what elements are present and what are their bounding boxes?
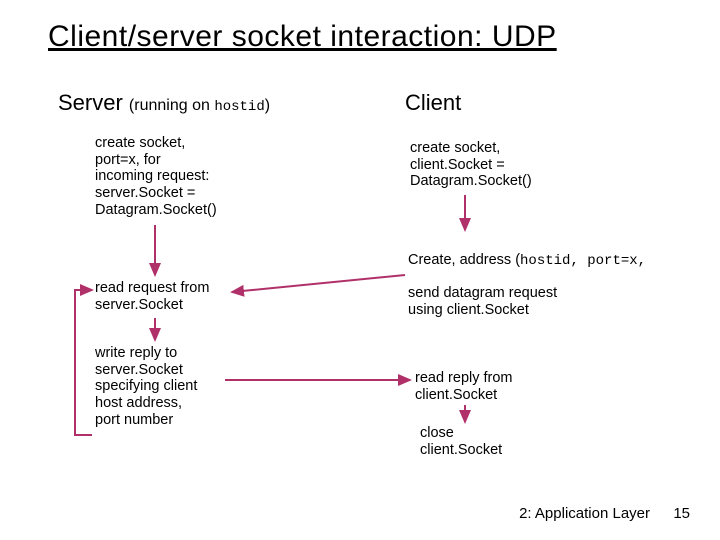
page-title: Client/server socket interaction: UDP [48,20,557,54]
server-step-write-reply: write reply to server.Socket specifying … [95,345,197,428]
client-step-create-address: Create, address (hostid, port=x, send da… [408,235,646,319]
client-step2-code: hostid, port=x, [520,253,646,269]
client-step2-rest: send datagram request using client.Socke… [408,285,557,318]
server-heading: Server (running on hostid) [58,90,270,116]
client-step-close: close client.Socket [420,425,502,458]
server-step-read-request: read request from server.Socket [95,280,209,313]
server-heading-prefix: Server [58,90,129,115]
client-step-create-socket: create socket, client.Socket = Datagram.… [410,140,532,190]
arrow-server-loop [75,290,92,435]
footer-chapter: 2: Application Layer [519,505,650,522]
server-heading-sub-close: ) [265,97,270,114]
server-heading-sub-open: (running on [129,97,214,114]
slide: Client/server socket interaction: UDP Se… [0,0,720,540]
client-heading: Client [405,90,461,116]
client-step2-prefix: Create, address ( [408,252,520,268]
server-heading-hostid: hostid [214,99,264,115]
server-step-create-socket: create socket, port=x, for incoming requ… [95,135,217,218]
client-step-read-reply: read reply from client.Socket [415,370,513,403]
page-number: 15 [673,505,690,522]
arrow-client-to-server [232,275,405,292]
